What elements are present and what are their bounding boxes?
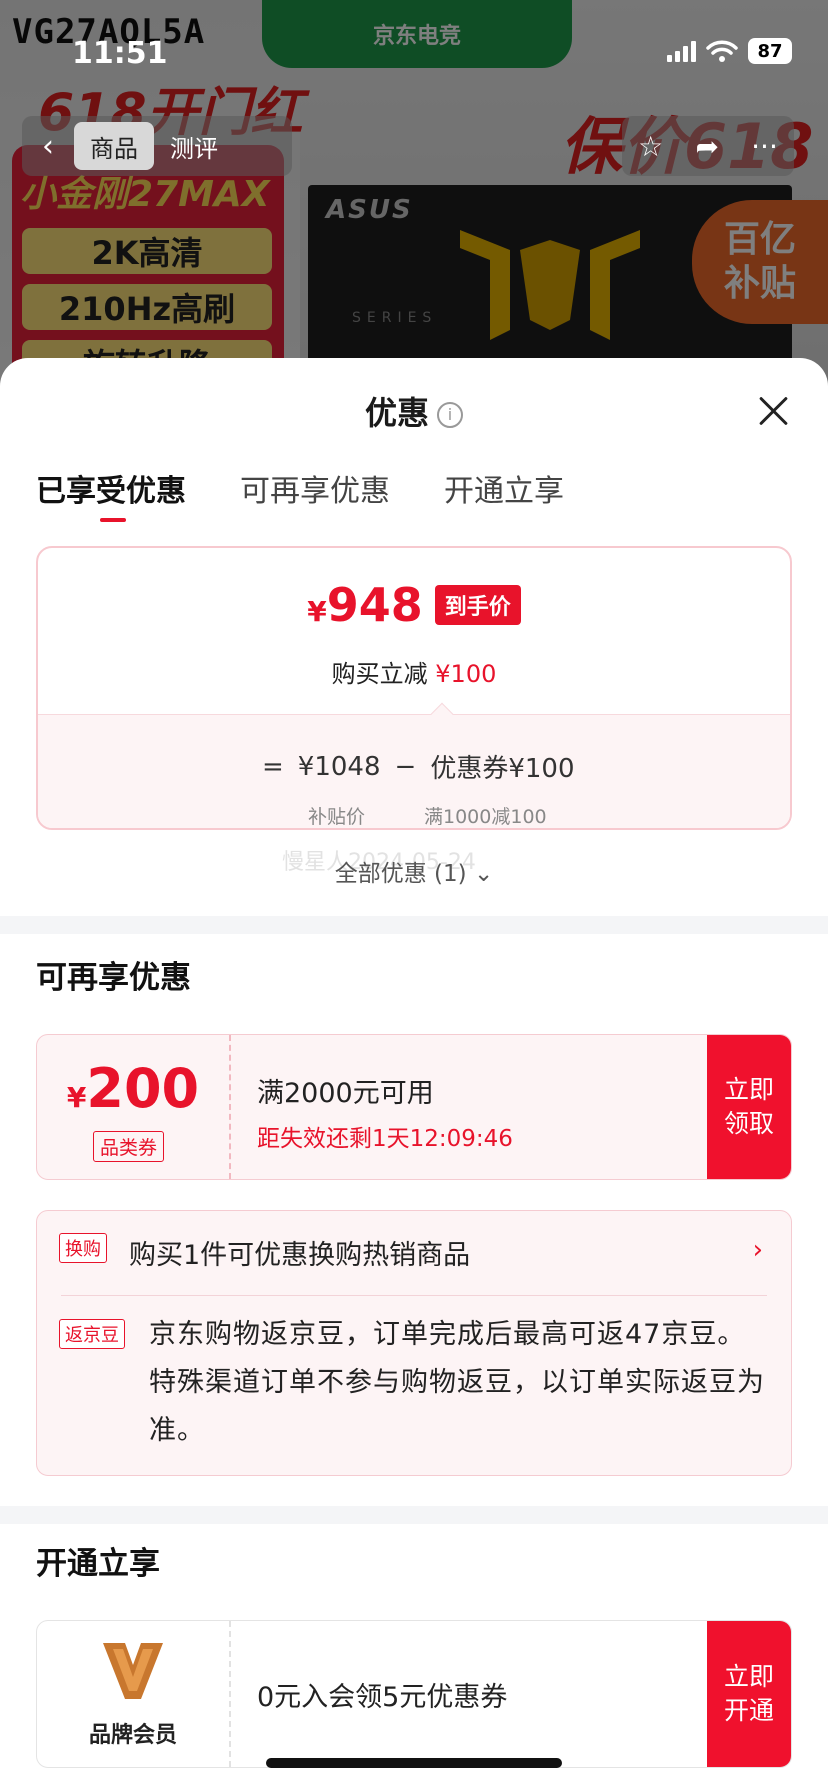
subsidy-price-label: 补贴价: [308, 806, 366, 828]
more-icon[interactable]: ···: [751, 130, 778, 163]
claim-button-line: 领取: [723, 1109, 774, 1138]
tab-review[interactable]: 测评: [154, 122, 234, 170]
section-divider: [0, 1506, 828, 1524]
instant-reduction: 购买立减 ¥100: [38, 654, 790, 689]
membership-title: 开通立享: [36, 1546, 160, 1582]
share-icon[interactable]: ➦: [695, 130, 718, 163]
info-icon[interactable]: i: [437, 402, 463, 428]
status-time: 11:51: [72, 36, 168, 71]
final-price-row: ¥ 948 到手价: [38, 578, 790, 632]
join-membership-button[interactable]: 立即 开通: [707, 1621, 791, 1767]
final-price: 948: [326, 578, 423, 632]
membership-name: 品牌会员: [88, 1723, 177, 1748]
sheet-title-text: 优惠: [364, 394, 429, 432]
coupon-amount: ¥200: [37, 1057, 229, 1120]
currency-symbol: ¥: [307, 595, 327, 628]
membership-offer: 0元入会领5元优惠券: [257, 1682, 508, 1713]
final-price-card: ¥ 948 到手价 购买立减 ¥100 = ¥1048 − 优惠券¥100 补贴…: [36, 546, 792, 830]
back-icon[interactable]: ‹: [22, 129, 74, 164]
tab-product[interactable]: 商品: [74, 122, 154, 170]
coupon-card: ¥200 品类券 满2000元可用 距失效还剩1天12:09:46 立即 领取: [36, 1034, 792, 1180]
coupon-amount-area: ¥200 品类券: [37, 1035, 231, 1179]
cellular-signal-icon: [667, 40, 696, 62]
top-nav-right: ☆ ➦ ···: [622, 116, 794, 176]
minus-sign: −: [394, 751, 417, 782]
chevron-down-icon: ⌄: [473, 861, 494, 887]
status-bar: 11:51 87: [0, 0, 828, 100]
section-divider: [0, 916, 828, 934]
battery-indicator: 87: [748, 38, 792, 64]
reduction-amount: ¥100: [435, 660, 497, 688]
tab-enjoyed-discounts[interactable]: 已享受优惠: [36, 466, 186, 524]
subsidy-price: ¥1048: [297, 751, 381, 782]
all-discounts-toggle[interactable]: 全部优惠 (1) ⌄: [0, 854, 828, 888]
favorite-star-icon[interactable]: ☆: [638, 130, 663, 163]
membership-card: 品牌会员 0元入会领5元优惠券 立即 开通: [36, 1620, 792, 1768]
all-discounts-label: 全部优惠 (1): [334, 861, 467, 887]
close-icon[interactable]: [756, 394, 790, 428]
top-nav-left: ‹ 商品 测评: [22, 116, 292, 176]
beans-description: 京东购物返京豆，订单完成后最高可返47京豆。特殊渠道订单不参与购物返豆，以订单实…: [149, 1319, 765, 1446]
status-icons: 87: [667, 38, 792, 64]
coupon-expiry-countdown: 距失效还剩1天12:09:46: [257, 1126, 513, 1152]
chevron-right-icon[interactable]: ›: [753, 1235, 763, 1265]
exchange-badge: 换购: [59, 1233, 107, 1263]
discount-sheet: 优惠 i 已享受优惠 可再享优惠 开通立享 ¥ 948 到手价 购买立减 ¥100…: [0, 358, 828, 1792]
tab-membership-discounts[interactable]: 开通立享: [444, 466, 564, 524]
join-button-line: 开通: [723, 1696, 774, 1725]
benefit-separator: [61, 1295, 767, 1296]
coupon-type-badge: 品类券: [93, 1131, 165, 1162]
beans-badge: 返京豆: [59, 1319, 125, 1349]
coupon-value: 200: [86, 1057, 200, 1120]
final-price-tag: 到手价: [434, 585, 521, 625]
home-indicator[interactable]: [266, 1758, 562, 1768]
claim-coupon-button[interactable]: 立即 领取: [707, 1035, 791, 1179]
brand-v-logo-icon: [103, 1643, 163, 1699]
reduction-label: 购买立减: [331, 660, 428, 688]
discount-tabs: 已享受优惠 可再享优惠 开通立享: [36, 466, 564, 524]
coupon-condition-label: 满1000减100: [424, 806, 547, 828]
coupon-deduction: 优惠券¥100: [430, 754, 575, 784]
more-offers-title: 可再享优惠: [36, 960, 191, 996]
equals-sign: =: [262, 751, 284, 782]
extra-benefits-card: 换购 购买1件可优惠换购热销商品 › 返京豆 京东购物返京豆，订单完成后最高可返…: [36, 1210, 792, 1476]
sheet-title: 优惠 i: [0, 388, 828, 434]
coupon-currency: ¥: [66, 1081, 87, 1114]
join-button-line: 立即: [723, 1662, 774, 1691]
wifi-icon: [706, 40, 738, 62]
claim-button-line: 立即: [723, 1075, 774, 1104]
membership-brand-area: 品牌会员: [37, 1621, 231, 1767]
coupon-condition: 满2000元可用: [257, 1078, 434, 1109]
exchange-offer-text[interactable]: 购买1件可优惠换购热销商品: [129, 1233, 470, 1272]
sheet-header: 优惠 i: [0, 358, 828, 458]
tab-more-discounts[interactable]: 可再享优惠: [240, 466, 390, 524]
price-formula: = ¥1048 − 优惠券¥100: [262, 748, 574, 785]
